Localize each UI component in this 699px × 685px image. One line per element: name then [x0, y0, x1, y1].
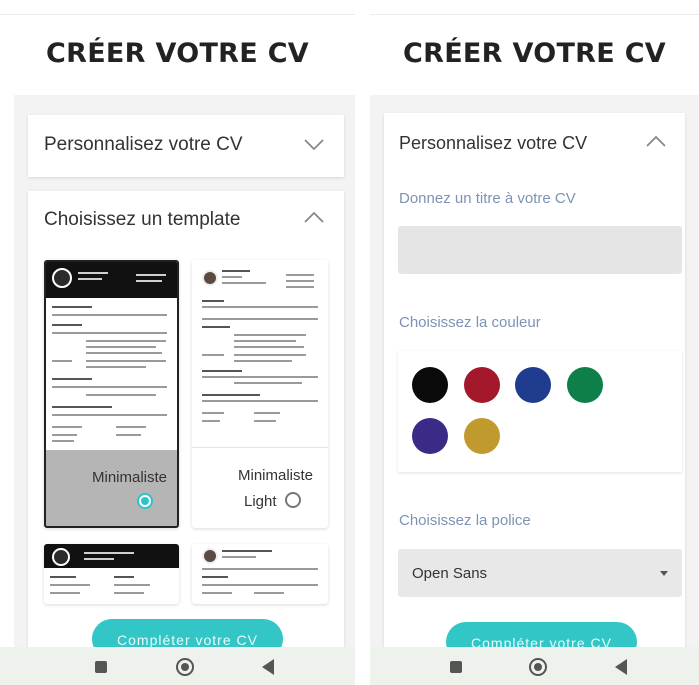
- template-name: Minimaliste: [92, 469, 168, 486]
- accordion-personalize: Personnalisez votre CV Donnez un titre à…: [384, 113, 685, 673]
- form-area: Personnalisez votre CV Donnez un titre à…: [370, 95, 699, 673]
- accordion-template-label[interactable]: Choisissez un template: [44, 209, 240, 231]
- nav-recents-icon[interactable]: [95, 661, 107, 673]
- accordion-personalize-label: Personnalisez votre CV: [44, 134, 243, 155]
- accordion-template: Choisissez un template Minimaliste Minim…: [28, 191, 344, 661]
- template-card-4[interactable]: [192, 544, 328, 604]
- nav-back-icon[interactable]: [262, 659, 274, 675]
- chevron-down-icon[interactable]: [304, 139, 324, 151]
- template-name-line1: Minimaliste: [238, 467, 314, 484]
- form-area: Personnalisez votre CV Choisissez un tem…: [14, 95, 355, 661]
- color-label: Choisissez la couleur: [399, 314, 541, 331]
- nav-back-icon[interactable]: [615, 659, 627, 675]
- color-swatch-purple[interactable]: [412, 418, 448, 454]
- template-name-line2: Light: [244, 493, 277, 510]
- right-screen: CRÉER VOTRE CV Personnalisez votre CV Do…: [370, 0, 699, 685]
- status-divider: [0, 14, 355, 15]
- accordion-personalize-label[interactable]: Personnalisez votre CV: [399, 133, 587, 154]
- title-field-label: Donnez un titre à votre CV: [399, 190, 576, 207]
- chevron-up-icon[interactable]: [646, 135, 666, 147]
- chevron-up-icon[interactable]: [304, 211, 324, 223]
- template-preview: [192, 260, 328, 448]
- color-swatch-black[interactable]: [412, 367, 448, 403]
- nav-recents-icon[interactable]: [450, 661, 462, 673]
- font-select[interactable]: Open Sans: [398, 549, 682, 597]
- template-card-minimaliste[interactable]: Minimaliste: [44, 260, 179, 528]
- status-divider: [370, 14, 699, 15]
- accordion-personalize[interactable]: Personnalisez votre CV: [28, 115, 344, 177]
- template-card-minimaliste-light[interactable]: Minimaliste Light: [192, 260, 328, 528]
- android-nav-bar: [0, 647, 355, 685]
- color-swatch-green[interactable]: [567, 367, 603, 403]
- cv-title-input[interactable]: [398, 226, 682, 274]
- color-swatch-red[interactable]: [464, 367, 500, 403]
- color-swatch-blue[interactable]: [515, 367, 551, 403]
- color-swatch-gold[interactable]: [464, 418, 500, 454]
- left-screen: CRÉER VOTRE CV Personnalisez votre CV Ch…: [0, 0, 355, 685]
- template-card-3[interactable]: [44, 544, 179, 604]
- page-title: CRÉER VOTRE CV: [402, 38, 667, 69]
- page-title: CRÉER VOTRE CV: [45, 38, 310, 69]
- nav-home-icon[interactable]: [529, 658, 547, 676]
- android-nav-bar: [370, 647, 699, 685]
- radio-empty-icon[interactable]: [285, 492, 301, 508]
- font-select-value: Open Sans: [412, 565, 488, 582]
- dropdown-caret-icon: [660, 571, 668, 576]
- radio-selected-icon[interactable]: [137, 493, 153, 509]
- font-label: Choisissez la police: [399, 512, 531, 529]
- color-picker: [398, 351, 682, 472]
- template-preview: [46, 262, 177, 450]
- nav-home-icon[interactable]: [176, 658, 194, 676]
